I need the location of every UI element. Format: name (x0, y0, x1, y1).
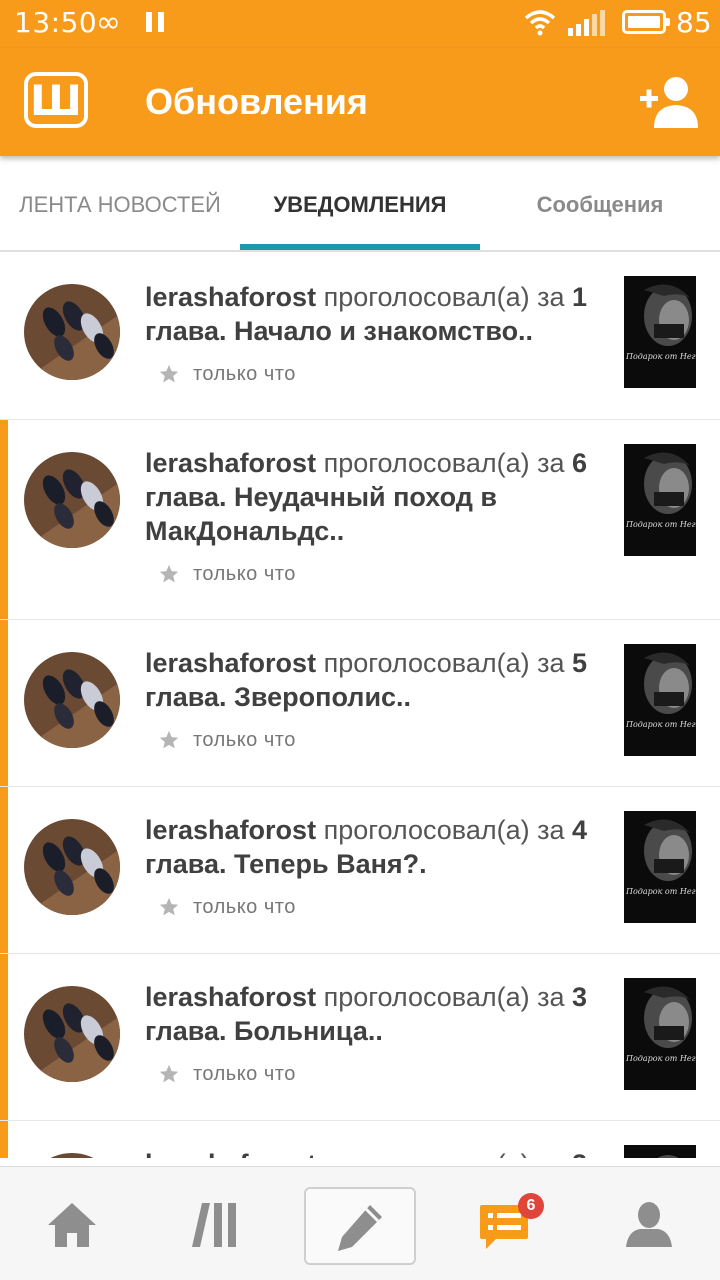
username-link[interactable]: lerashaforost (145, 982, 316, 1012)
avatar-image (24, 986, 120, 1082)
nav-library[interactable] (144, 1167, 288, 1280)
story-cover[interactable]: Подарок от Него (624, 978, 696, 1090)
story-title-link[interactable]: 2 (572, 1149, 587, 1158)
story-cover[interactable]: Подарок от Него (624, 276, 696, 388)
list-item[interactable]: lerashaforost проголосовал(а) за 4 глава… (0, 787, 720, 954)
notification-list[interactable]: lerashaforost проголосовал(а) за 1 глава… (0, 254, 720, 1158)
avatar-image (24, 1153, 120, 1158)
avatar-image (24, 284, 120, 380)
notification-text: lerashaforost проголосовал(а) за 4 глава… (145, 813, 605, 881)
nav-home[interactable] (0, 1167, 144, 1280)
username-link[interactable]: lerashaforost (145, 648, 316, 678)
cover-title: Подарок от Него (626, 520, 696, 529)
avatar-image (24, 652, 120, 748)
status-time: 13:50 (14, 6, 98, 39)
cover-title: Подарок от Него (626, 352, 696, 361)
username-link[interactable]: lerashaforost (145, 1149, 316, 1158)
wifi-icon (524, 10, 556, 36)
star-icon (159, 364, 179, 383)
list-item[interactable]: lerashaforost проголосовал(а) за 5 глава… (0, 620, 720, 787)
notification-action: проголосовал(а) за (323, 648, 565, 678)
notification-time: только что (193, 729, 296, 751)
tab-bar: ЛЕНТА НОВОСТЕЙ УВЕДОМЛЕНИЯ Сообщения (0, 156, 720, 252)
avatar[interactable] (24, 284, 120, 380)
signal-icon (568, 10, 605, 36)
notification-action: проголосовал(а) за (324, 1149, 565, 1158)
notification-time: только что (193, 563, 296, 585)
nav-profile[interactable] (576, 1167, 720, 1280)
cover-image (624, 444, 696, 556)
list-item[interactable]: lerashaforost проголосовал(а) за 2 (0, 1121, 720, 1158)
notification-text: lerashaforost проголосовал(а) за 5 глава… (145, 646, 605, 714)
cover-title: Подарок от Него (626, 1054, 696, 1063)
notification-action: проголосовал(а) за (323, 448, 565, 478)
username-link[interactable]: lerashaforost (145, 815, 316, 845)
pause-icon (146, 12, 166, 32)
story-cover[interactable] (624, 1145, 696, 1158)
infinity-icon: ∞ (96, 5, 121, 40)
tab-notifications[interactable]: УВЕДОМЛЕНИЯ (240, 156, 480, 252)
tab-messages[interactable]: Сообщения (480, 156, 720, 252)
notification-text: lerashaforost проголосовал(а) за 2 (145, 1147, 605, 1158)
notification-text: lerashaforost проголосовал(а) за 1 глава… (145, 280, 605, 348)
pencil-icon (338, 1205, 382, 1251)
avatar[interactable] (24, 986, 120, 1082)
cover-image (624, 276, 696, 388)
cover-image (624, 978, 696, 1090)
page-title: Обновления (145, 81, 368, 122)
avatar[interactable] (24, 452, 120, 548)
username-link[interactable]: lerashaforost (145, 282, 316, 312)
username-link[interactable]: lerashaforost (145, 448, 316, 478)
list-item[interactable]: lerashaforost проголосовал(а) за 1 глава… (0, 254, 720, 420)
cover-title: Подарок от Него (626, 720, 696, 729)
notification-time: только что (193, 1063, 296, 1085)
add-friend-icon[interactable] (638, 74, 698, 130)
battery-percent: 85 (676, 6, 712, 39)
cover-image (624, 644, 696, 756)
notification-text: lerashaforost проголосовал(а) за 6 глава… (145, 446, 605, 548)
avatar[interactable] (24, 652, 120, 748)
bottom-nav: 6 (0, 1166, 720, 1280)
app-bar: Ш Обновления (0, 48, 720, 156)
home-icon (48, 1203, 96, 1247)
library-icon (192, 1203, 236, 1247)
notification-action: проголосовал(а) за (323, 282, 565, 312)
cover-title: Подарок от Него (626, 887, 696, 896)
tab-news-feed[interactable]: ЛЕНТА НОВОСТЕЙ (0, 156, 240, 252)
story-cover[interactable]: Подарок от Него (624, 444, 696, 556)
story-cover[interactable]: Подарок от Него (624, 811, 696, 923)
wattpad-logo-icon[interactable]: Ш (24, 72, 88, 128)
battery-icon (622, 10, 670, 34)
notification-time: только что (193, 896, 296, 918)
notification-count-badge: 6 (518, 1193, 544, 1219)
cover-image (624, 811, 696, 923)
avatar-image (24, 819, 120, 915)
star-icon (159, 564, 179, 583)
nav-write-button[interactable] (304, 1187, 416, 1265)
active-tab-indicator (240, 244, 480, 250)
notification-action: проголосовал(а) за (323, 982, 565, 1012)
notification-text: lerashaforost проголосовал(а) за 3 глава… (145, 980, 605, 1048)
star-icon (159, 730, 179, 749)
star-icon (159, 1064, 179, 1083)
avatar[interactable] (24, 819, 120, 915)
star-icon (159, 897, 179, 916)
avatar[interactable] (24, 1153, 120, 1158)
list-item[interactable]: lerashaforost проголосовал(а) за 6 глава… (0, 420, 720, 620)
story-cover[interactable]: Подарок от Него (624, 644, 696, 756)
cover-image (624, 1145, 696, 1158)
profile-icon (626, 1202, 672, 1247)
status-bar: 13:50 ∞ 85 (0, 0, 720, 48)
nav-notifications[interactable] (432, 1167, 576, 1280)
list-item[interactable]: lerashaforost проголосовал(а) за 3 глава… (0, 954, 720, 1121)
avatar-image (24, 452, 120, 548)
notification-time: только что (193, 363, 296, 385)
logo-letter: Ш (30, 76, 82, 125)
notification-action: проголосовал(а) за (323, 815, 565, 845)
